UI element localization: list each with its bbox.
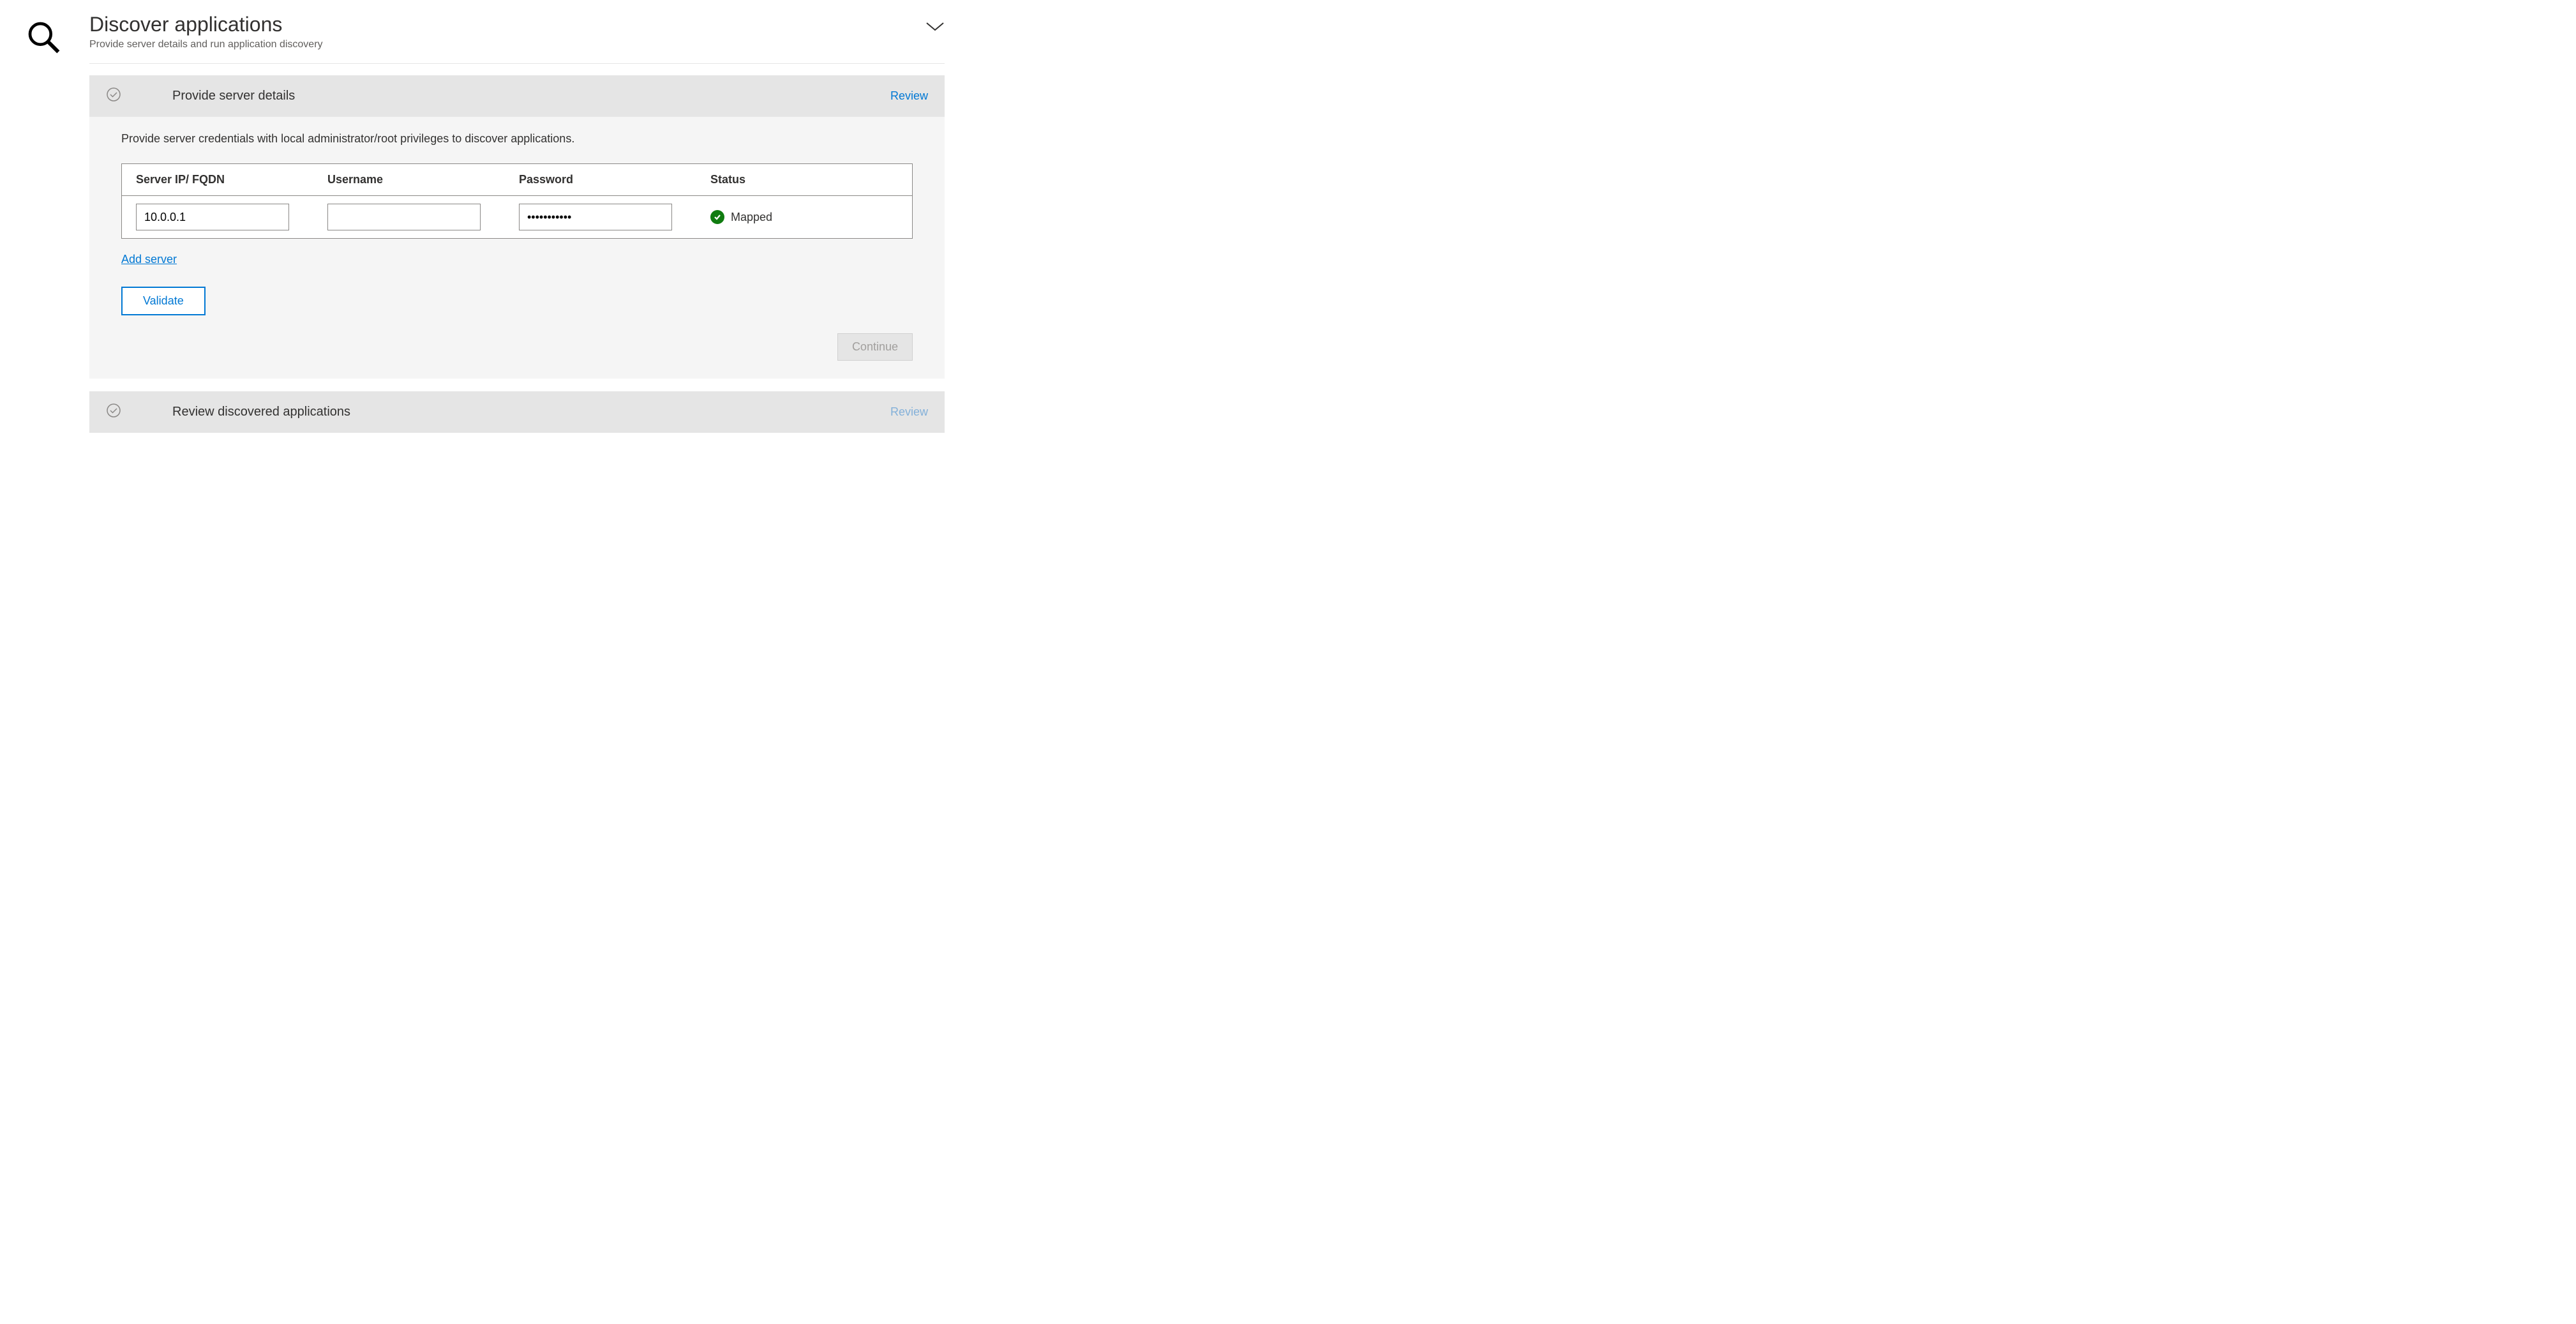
search-icon (26, 47, 61, 57)
username-input[interactable] (327, 204, 481, 230)
collapse-chevron-icon[interactable] (925, 20, 945, 35)
continue-button[interactable]: Continue (837, 333, 913, 361)
status-success-icon (710, 210, 724, 224)
step-incomplete-icon (106, 403, 121, 421)
col-header-status: Status (710, 173, 898, 186)
step-review-discovered-applications: Review discovered applications Review (89, 391, 945, 433)
col-header-ip: Server IP/ FQDN (136, 173, 327, 186)
table-row: Mapped (122, 196, 912, 238)
server-table: Server IP/ FQDN Username Password Status (121, 163, 913, 239)
step2-review-link[interactable]: Review (890, 405, 928, 419)
col-header-username: Username (327, 173, 519, 186)
page-title: Discover applications (89, 13, 323, 36)
server-ip-input[interactable] (136, 204, 289, 230)
password-input[interactable] (519, 204, 672, 230)
col-header-password: Password (519, 173, 710, 186)
step1-review-link[interactable]: Review (890, 89, 928, 103)
step-provide-server-details: Provide server details Review Provide se… (89, 75, 945, 379)
step-complete-icon (106, 87, 121, 105)
step1-instruction: Provide server credentials with local ad… (121, 132, 913, 146)
step1-title: Provide server details (172, 89, 890, 103)
validate-button[interactable]: Validate (121, 287, 206, 315)
step2-title: Review discovered applications (172, 405, 890, 419)
page-subtitle: Provide server details and run applicati… (89, 39, 323, 50)
page-header: Discover applications Provide server det… (89, 13, 945, 64)
step2-header: Review discovered applications Review (89, 391, 945, 433)
add-server-link[interactable]: Add server (121, 253, 177, 266)
step1-header: Provide server details Review (89, 75, 945, 117)
status-label: Mapped (731, 211, 772, 224)
